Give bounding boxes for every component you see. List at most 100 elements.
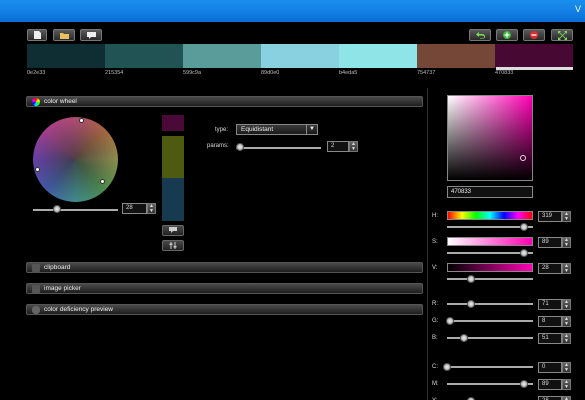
wheel-slider-knob[interactable] (52, 205, 61, 213)
slider-label: S: (432, 239, 438, 245)
color-column-swatch[interactable] (162, 115, 184, 131)
new-document-icon (33, 31, 41, 39)
slider-value-field[interactable]: 319 (538, 211, 562, 222)
remove-icon (530, 31, 538, 39)
color-column-swatch[interactable] (162, 136, 184, 178)
swatch-hex-label: 599c9a (183, 70, 202, 76)
slider-knob[interactable] (443, 363, 451, 371)
slider-track[interactable] (447, 320, 533, 322)
speech-bubble-icon (86, 31, 96, 39)
clipboard-icon (32, 263, 40, 272)
wheel-handle[interactable] (35, 167, 40, 172)
speech-bubble-icon (169, 227, 177, 233)
color-wheel[interactable] (33, 117, 118, 202)
palette-swatch[interactable] (339, 44, 417, 68)
type-select[interactable]: Equidistant ▼ (236, 124, 318, 135)
wheel-value-field[interactable]: 28 (122, 203, 147, 214)
undo-icon (475, 31, 485, 39)
add-button[interactable] (496, 29, 518, 41)
folder-icon (59, 32, 69, 39)
slider-label: H: (432, 213, 438, 219)
slider-value-stepper[interactable]: ▲▼ (562, 333, 571, 344)
panel-title: image picker (44, 285, 81, 292)
wheel-slider-track[interactable] (33, 209, 118, 211)
palette-swatch[interactable] (27, 44, 105, 68)
slider-value-stepper[interactable]: ▲▼ (562, 237, 571, 248)
slider-value-stepper[interactable]: ▲▼ (562, 299, 571, 310)
slider-label: M: (432, 381, 439, 387)
panel-title: color deficiency preview (44, 306, 114, 313)
slider-value-field[interactable]: 89 (538, 237, 562, 248)
slider-knob[interactable] (467, 275, 476, 283)
saturation-value-picker[interactable] (447, 95, 533, 181)
fullscreen-button[interactable] (551, 29, 573, 41)
color-deficiency-panel-header[interactable]: color deficiency preview (26, 304, 423, 315)
slider-value-stepper[interactable]: ▲▼ (562, 396, 571, 400)
slider-value-stepper[interactable]: ▲▼ (562, 263, 571, 274)
palette-swatch[interactable] (261, 44, 339, 68)
palette-swatch[interactable] (495, 44, 573, 68)
swatch-hex-label: 754737 (417, 70, 436, 76)
palette-swatch[interactable] (417, 44, 495, 68)
column-settings-button[interactable] (162, 240, 184, 251)
window-title: V (574, 4, 581, 14)
slider-value-field[interactable]: 0 (538, 362, 562, 373)
color-wheel-icon (32, 97, 40, 106)
gradient-bar-s[interactable] (447, 237, 533, 246)
swatch-hex-label: 0e2e33 (27, 70, 46, 76)
params-value-stepper[interactable]: ▲ ▼ (349, 141, 358, 152)
panel-divider (427, 88, 428, 400)
clipboard-panel-header[interactable]: clipboard (26, 262, 423, 273)
swatch-hex-label: b4eda5 (339, 70, 358, 76)
slider-value-stepper[interactable]: ▲▼ (562, 362, 571, 373)
slider-value-field[interactable]: 89 (538, 379, 562, 390)
eye-icon (32, 305, 40, 314)
panel-title: color wheel (44, 98, 77, 105)
palette-swatch[interactable] (183, 44, 261, 68)
slider-value-field[interactable]: 8 (538, 316, 562, 327)
image-picker-panel-header[interactable]: image picker (26, 283, 423, 294)
slider-knob[interactable] (519, 380, 528, 388)
params-slider-knob[interactable] (236, 143, 244, 151)
color-column-swatch[interactable] (162, 178, 184, 221)
wheel-handle[interactable] (100, 179, 105, 184)
column-comment-button[interactable] (162, 225, 184, 236)
slider-knob[interactable] (519, 249, 528, 257)
palette-hex-labels: 0e2e33 215354 599c9a 89d0e0 b4eda5 754737 4708… (27, 70, 573, 79)
slider-value-stepper[interactable]: ▲▼ (562, 316, 571, 327)
slider-value-field[interactable]: 28 (538, 396, 562, 400)
slider-value-field[interactable]: 51 (538, 333, 562, 344)
slider-knob[interactable] (445, 317, 454, 325)
slider-knob[interactable] (519, 223, 528, 231)
wheel-value-stepper[interactable]: ▲ ▼ (147, 203, 156, 214)
picker-handle[interactable] (520, 155, 526, 161)
slider-knob[interactable] (467, 300, 476, 308)
selected-swatch-indicator (496, 67, 573, 70)
undo-button[interactable] (469, 29, 491, 41)
slider-track[interactable] (447, 366, 533, 368)
swatch-hex-label: 215354 (105, 70, 124, 76)
slider-value-field[interactable]: 28 (538, 263, 562, 274)
gradient-bar-h[interactable] (447, 211, 533, 220)
slider-value-stepper[interactable]: ▲▼ (562, 211, 571, 222)
slider-track[interactable] (447, 278, 533, 280)
add-icon (503, 31, 511, 39)
hex-input[interactable]: 470833 (447, 186, 533, 198)
gradient-bar-v[interactable] (447, 263, 533, 272)
sliders-icon (169, 242, 177, 249)
swatch-hex-label: 470833 (495, 70, 514, 76)
palette-swatch[interactable] (105, 44, 183, 68)
slider-value-field[interactable]: 71 (538, 299, 562, 310)
wheel-handle[interactable] (79, 118, 84, 123)
open-folder-button[interactable] (53, 29, 75, 41)
slider-knob[interactable] (460, 334, 469, 342)
new-document-button[interactable] (27, 29, 47, 41)
slider-label: C: (432, 364, 438, 370)
comment-button[interactable] (80, 29, 102, 41)
remove-button[interactable] (523, 29, 545, 41)
params-value-field[interactable]: 2 (327, 141, 349, 152)
slider-value-stepper[interactable]: ▲▼ (562, 379, 571, 390)
params-slider-track[interactable] (236, 147, 321, 149)
color-wheel-panel-header[interactable]: color wheel (26, 96, 423, 107)
slider-track[interactable] (447, 303, 533, 305)
